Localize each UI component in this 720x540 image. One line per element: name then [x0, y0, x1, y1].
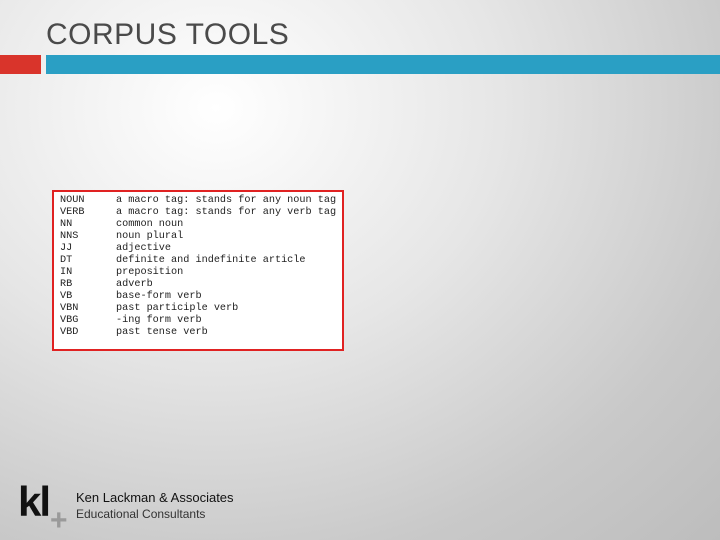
tag-description: adjective: [116, 243, 172, 254]
tag-description: past tense verb: [116, 327, 208, 338]
tag-description: base-form verb: [116, 291, 202, 302]
tag-description: a macro tag: stands for any verb tag: [116, 207, 337, 218]
pos-tag-table-image: NOUN a macro tag: stands for any noun ta…: [52, 190, 344, 351]
tag-code: DT: [60, 255, 73, 266]
tag-row: VBN past participle verb: [60, 303, 336, 315]
tag-row: NN common noun: [60, 219, 336, 231]
tag-description: past participle verb: [116, 303, 239, 314]
tag-code: NN: [60, 219, 73, 230]
tag-code: VERB: [60, 207, 85, 218]
company-tagline: Educational Consultants: [76, 507, 206, 521]
tag-description: preposition: [116, 267, 184, 278]
tag-description: a macro tag: stands for any noun tag: [116, 195, 337, 206]
tag-description: noun plural: [116, 231, 184, 242]
tag-description: adverb: [116, 279, 153, 290]
tag-row: VBG -ing form verb: [60, 315, 336, 327]
logo-letters: kl: [18, 478, 51, 525]
tag-code: VBG: [60, 315, 79, 326]
tag-code: VB: [60, 291, 73, 302]
tag-row: NOUN a macro tag: stands for any noun ta…: [60, 195, 336, 207]
tag-code: RB: [60, 279, 73, 290]
tag-description: common noun: [116, 219, 184, 230]
tag-code: VBN: [60, 303, 79, 314]
tag-row: JJ adjective: [60, 243, 336, 255]
logo-plus-icon: +: [50, 504, 68, 537]
tag-description: -ing form verb: [116, 315, 202, 326]
company-logo: kl +: [18, 478, 78, 537]
tag-code: NNS: [60, 231, 79, 242]
tag-row: RB adverb: [60, 279, 336, 291]
tag-code: IN: [60, 267, 73, 278]
tag-row: VB base-form verb: [60, 291, 336, 303]
tag-row: DT definite and indefinite article: [60, 255, 336, 267]
tag-description: definite and indefinite article: [116, 255, 306, 266]
tag-code: VBD: [60, 327, 79, 338]
accent-bar-red: [0, 55, 41, 74]
tag-row: IN preposition: [60, 267, 336, 279]
company-name: Ken Lackman & Associates: [76, 490, 234, 505]
tag-row: VBD past tense verb: [60, 327, 336, 339]
tag-row: NNS noun plural: [60, 231, 336, 243]
tag-code: NOUN: [60, 195, 85, 206]
tag-code: JJ: [60, 243, 73, 254]
slide-title: CORPUS TOOLS: [46, 18, 290, 51]
accent-bar-teal: [46, 55, 720, 74]
tag-row: VERB a macro tag: stands for any verb ta…: [60, 207, 336, 219]
